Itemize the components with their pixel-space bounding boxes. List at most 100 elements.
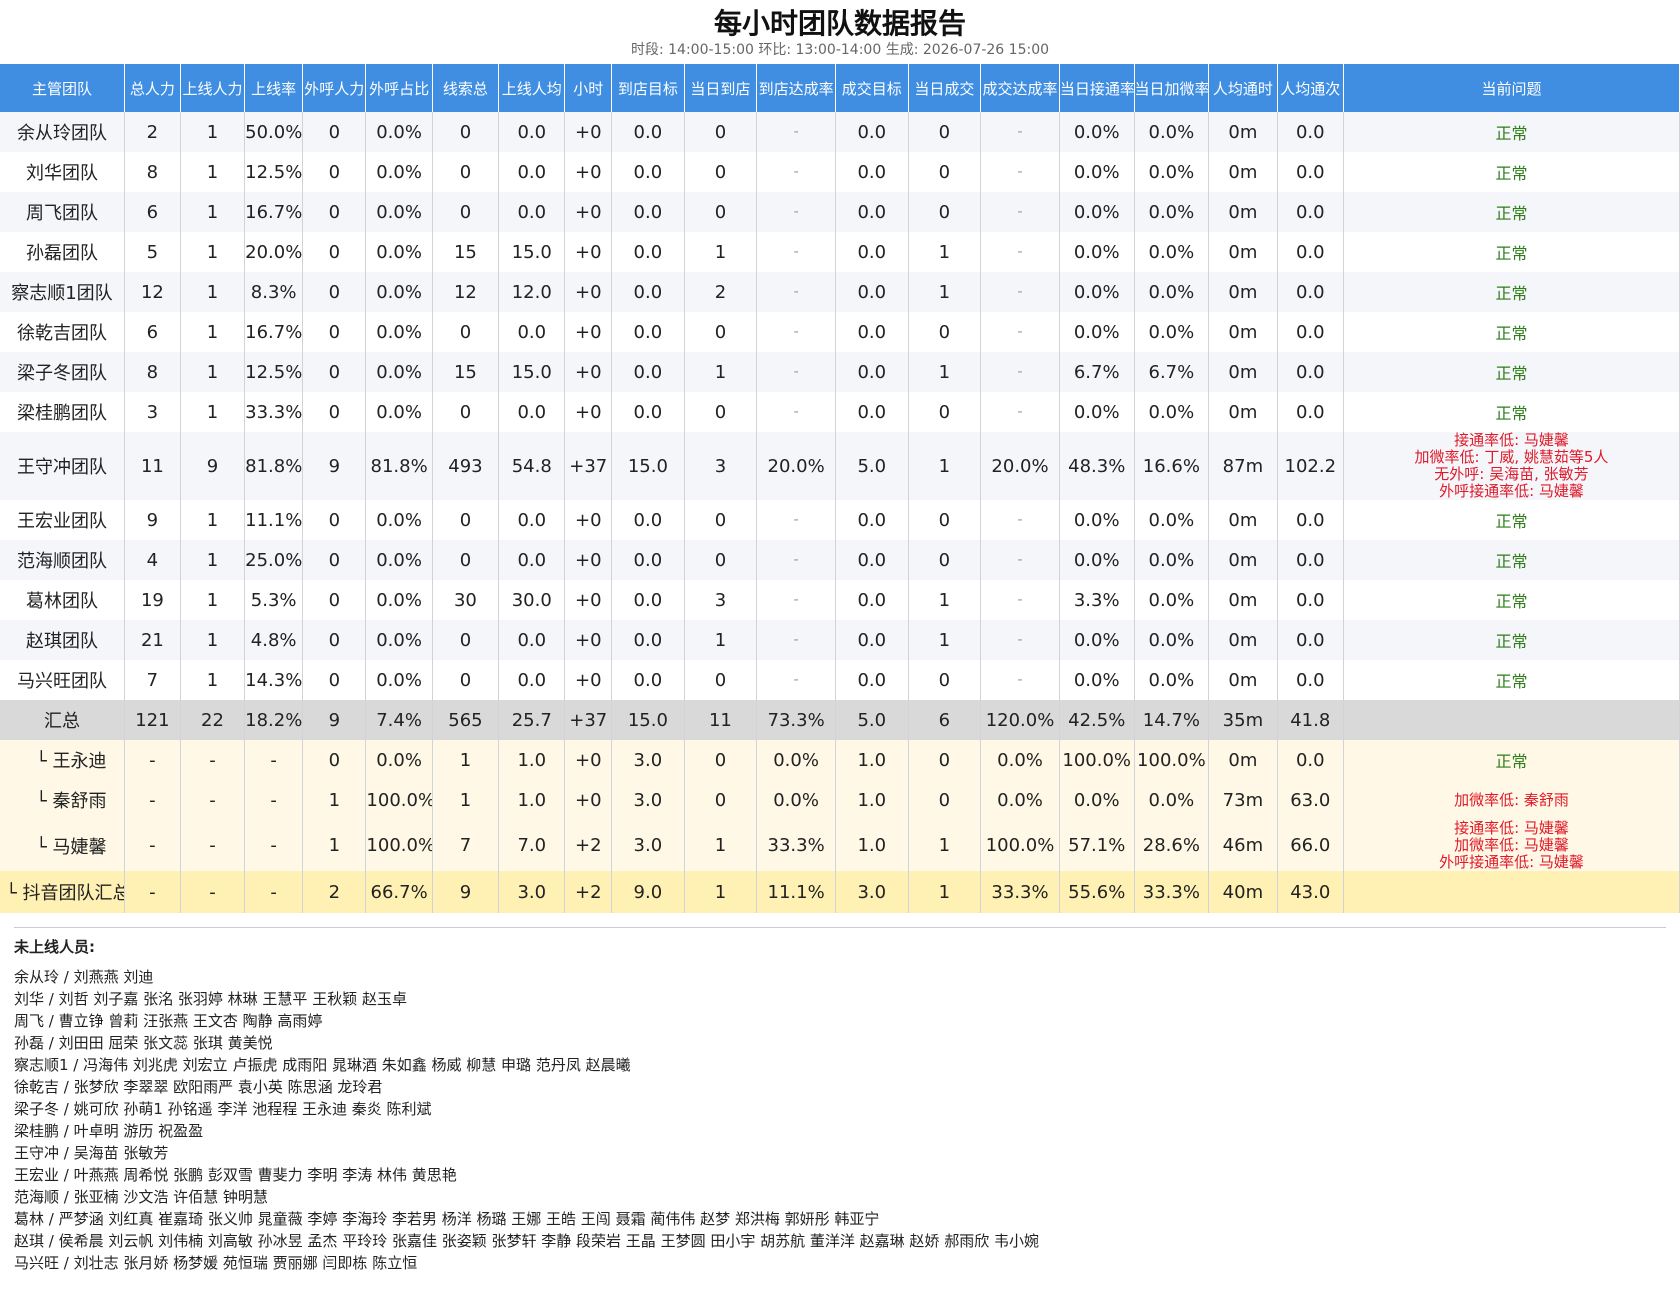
data-cell: +0: [564, 392, 613, 432]
data-cell: 0.0: [835, 620, 909, 660]
data-cell: 0: [908, 660, 982, 700]
data-cell: 0: [302, 312, 367, 352]
data-cell: 8.3%: [244, 272, 304, 312]
data-cell: 9: [124, 500, 181, 540]
data-cell: 0.0: [498, 112, 566, 152]
data-cell: -: [756, 312, 836, 352]
data-cell: 0: [432, 112, 500, 152]
data-cell: 1: [684, 620, 758, 660]
data-cell: -: [124, 871, 181, 913]
data-cell: 0.0%: [365, 740, 433, 780]
not-online-line: 葛林 / 严梦涵 刘红真 崔嘉琦 张义帅 晁童薇 李婷 李海玲 李若男 杨洋 杨…: [14, 1210, 880, 1228]
data-cell: -: [980, 660, 1060, 700]
data-cell: 1: [908, 580, 982, 620]
data-cell: 0.0%: [756, 780, 836, 820]
team-row: 梁子冬团队 8 1 12.5% 0 0.0% 15 15.0 +0 0.0 1-0.0 1-6.7% 6…: [0, 352, 1680, 392]
data-cell: 100.0%: [1134, 740, 1210, 780]
data-cell: -: [756, 620, 836, 660]
team-name-cell: 徐乾吉团队: [0, 312, 125, 352]
data-cell: 0.0: [611, 392, 685, 432]
issue-cell: 正常: [1343, 352, 1680, 392]
data-cell: -: [980, 352, 1060, 392]
data-cell: 1: [908, 232, 982, 272]
data-cell: 66.7%: [365, 871, 433, 913]
data-cell: -: [244, 780, 304, 820]
data-cell: 0.0%: [365, 312, 433, 352]
data-cell: 100.0%: [980, 820, 1060, 871]
data-cell: 33.3%: [980, 871, 1060, 913]
data-cell: 0.0%: [980, 780, 1060, 820]
data-cell: 0.0: [1277, 152, 1344, 192]
data-cell: 0.0%: [1134, 112, 1210, 152]
data-cell: 35m: [1208, 700, 1278, 740]
data-cell: 0: [302, 352, 367, 392]
data-cell: 0: [908, 500, 982, 540]
data-cell: +2: [564, 871, 613, 913]
column-header: 当日成交: [908, 64, 982, 112]
data-cell: 16.6%: [1134, 432, 1210, 500]
data-cell: 28.6%: [1134, 820, 1210, 871]
data-cell: 0.0: [611, 580, 685, 620]
data-cell: 0.0%: [1059, 152, 1135, 192]
data-cell: 16.7%: [244, 312, 304, 352]
data-cell: -: [980, 112, 1060, 152]
data-cell: 11.1%: [244, 500, 304, 540]
data-cell: 3.0: [498, 871, 566, 913]
data-cell: 0: [302, 580, 367, 620]
data-cell: 0.0%: [1134, 780, 1210, 820]
data-cell: 0: [684, 780, 758, 820]
data-cell: 0: [432, 500, 500, 540]
data-cell: 3: [684, 432, 758, 500]
data-cell: 14.7%: [1134, 700, 1210, 740]
data-cell: 0.0: [835, 580, 909, 620]
data-cell: 1: [180, 232, 246, 272]
data-cell: 1: [180, 620, 246, 660]
column-header: 到店达成率: [756, 64, 836, 112]
data-cell: 0: [302, 272, 367, 312]
data-cell: 0m: [1208, 392, 1278, 432]
data-cell: 5.0: [835, 432, 909, 500]
data-cell: 565: [432, 700, 500, 740]
issue-cell: 接通率低: 马婕馨 加微率低: 马婕馨 外呼接通率低: 马婕馨: [1343, 820, 1680, 871]
column-header: 成交达成率: [980, 64, 1060, 112]
status-normal-text: 正常: [1495, 632, 1528, 651]
data-cell: 25.0%: [244, 540, 304, 580]
data-cell: 0: [432, 660, 500, 700]
data-cell: 15.0: [611, 700, 685, 740]
data-cell: 0.0%: [980, 740, 1060, 780]
data-cell: 0.0: [611, 620, 685, 660]
data-cell: -: [980, 232, 1060, 272]
data-cell: 0.0: [1277, 540, 1344, 580]
data-cell: 0.0%: [1134, 152, 1210, 192]
data-cell: 9.0: [611, 871, 685, 913]
data-cell: 0.0%: [1134, 392, 1210, 432]
data-cell: 0.0: [835, 500, 909, 540]
data-cell: 1: [908, 620, 982, 660]
team-row: 周飞团队 6 1 16.7% 0 0.0% 0 0.0 +0 0.0 0-0.0 0-0.0% 0.0%…: [0, 192, 1680, 232]
data-cell: 0.0: [611, 272, 685, 312]
issue-cell: 正常: [1343, 660, 1680, 700]
team-row: 马兴旺团队 7 1 14.3% 0 0.0% 0 0.0 +0 0.0 0-0.0 0-0.0% 0.0…: [0, 660, 1680, 700]
data-cell: 1: [908, 871, 982, 913]
data-cell: -: [756, 392, 836, 432]
issue-cell: 正常: [1343, 152, 1680, 192]
data-cell: 1: [180, 152, 246, 192]
issue-cell: 正常: [1343, 232, 1680, 272]
data-cell: 0.0%: [1134, 192, 1210, 232]
data-cell: 42.5%: [1059, 700, 1135, 740]
team-row: 梁桂鹏团队 3 1 33.3% 0 0.0% 0 0.0 +0 0.0 0-0.0 0-0.0% 0.0…: [0, 392, 1680, 432]
data-cell: 0m: [1208, 152, 1278, 192]
data-cell: 0m: [1208, 500, 1278, 540]
not-online-line: 察志顺1 / 冯海伟 刘兆虎 刘宏立 卢振虎 成雨阳 晁琳酒 朱如鑫 杨威 柳慧…: [14, 1056, 631, 1074]
data-cell: -: [980, 620, 1060, 660]
issue-cell: 正常: [1343, 392, 1680, 432]
data-cell: 0m: [1208, 112, 1278, 152]
data-cell: 0.0%: [1134, 232, 1210, 272]
data-cell: 33.3%: [1134, 871, 1210, 913]
issue-cell: 正常: [1343, 192, 1680, 232]
data-cell: 100.0%: [1059, 740, 1135, 780]
column-header: 成交目标: [835, 64, 909, 112]
column-header: 人均通次: [1277, 64, 1344, 112]
data-cell: 4: [124, 540, 181, 580]
report-subtitle: 时段: 14:00-15:00 环比: 13:00-14:00 生成: 2026…: [630, 42, 1050, 58]
